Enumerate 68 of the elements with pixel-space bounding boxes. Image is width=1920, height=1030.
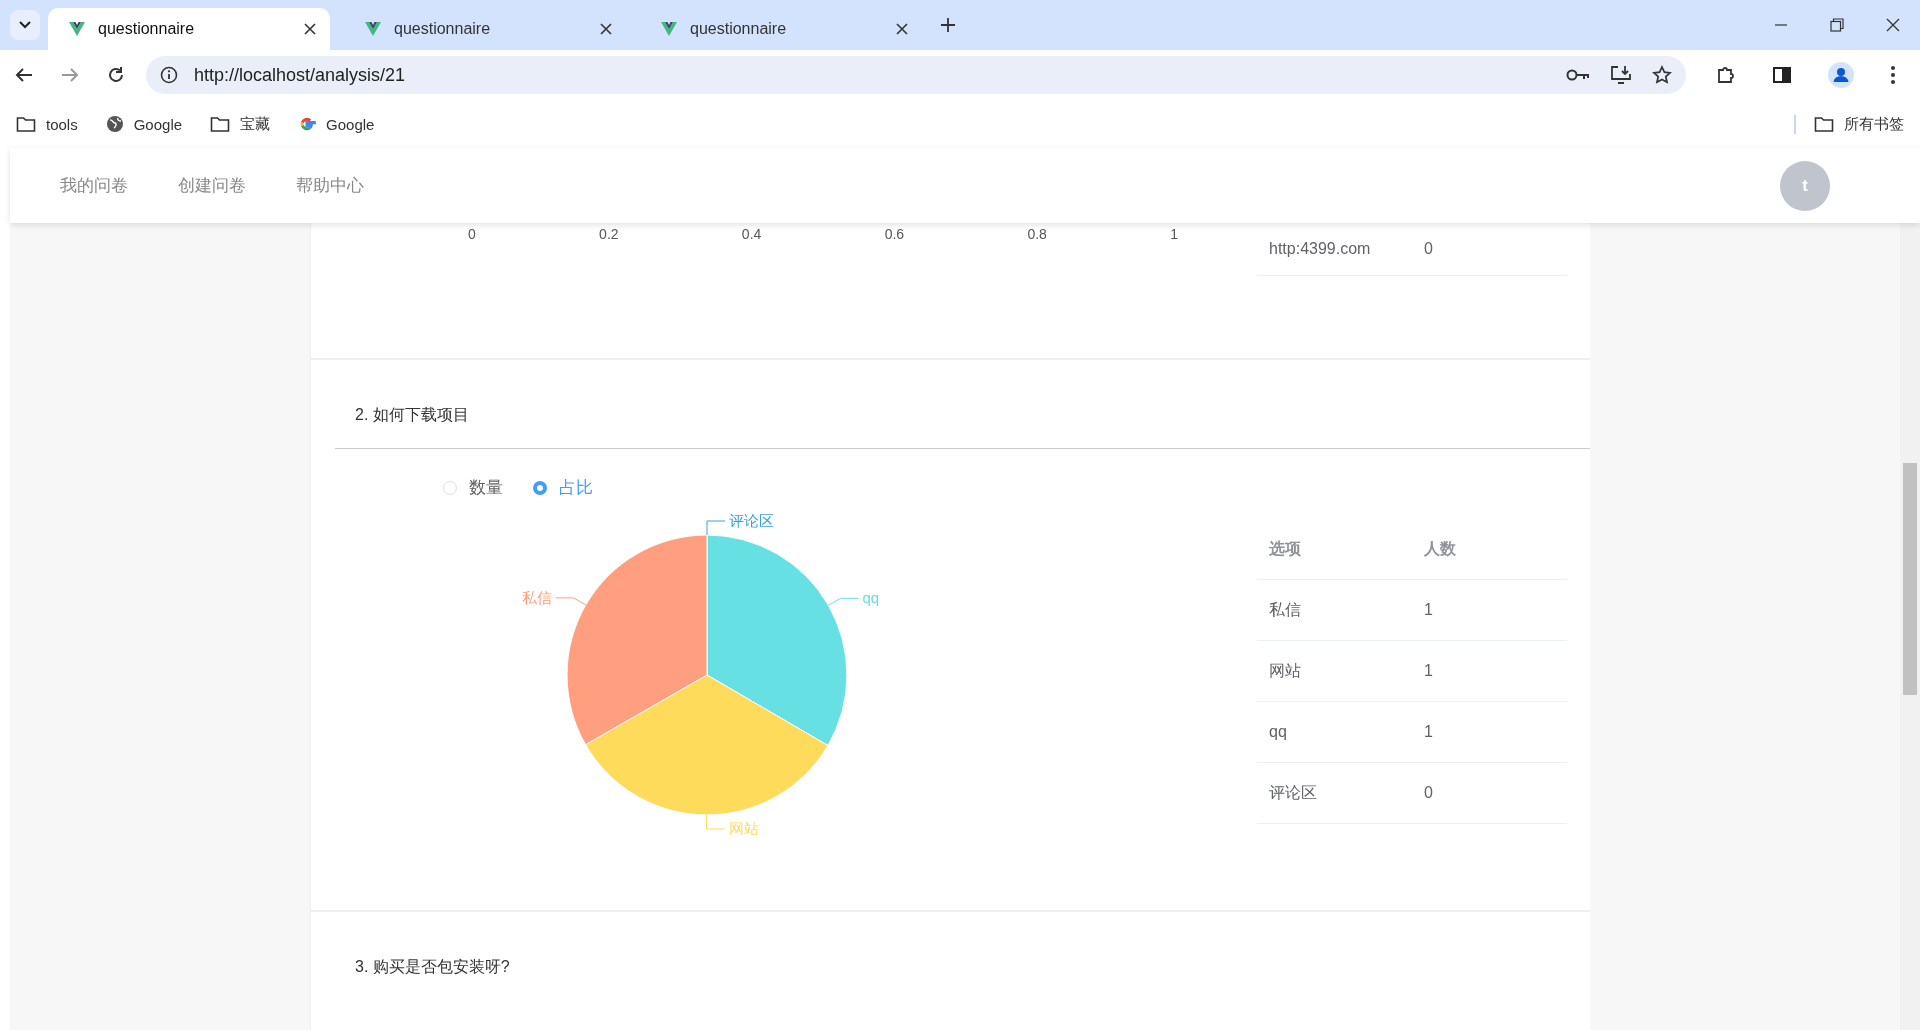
- table-cell-text: http:4399.com: [1268, 240, 1372, 258]
- slice-label: 私信: [521, 588, 552, 606]
- column-header: 选项: [1268, 538, 1302, 559]
- table-cell-text: 私信: [1268, 599, 1302, 620]
- axis-tick-label: 0.8: [1027, 226, 1047, 242]
- more-icon[interactable]: [1890, 65, 1896, 85]
- table-cell-text: 评论区: [1268, 782, 1318, 803]
- browser-tab[interactable]: questionnaire: [48, 8, 330, 50]
- profile-icon[interactable]: [1828, 62, 1854, 88]
- nav-link[interactable]: 创建问卷: [178, 174, 246, 197]
- radio-button[interactable]: [533, 480, 547, 495]
- install-app-icon[interactable]: [1610, 65, 1632, 85]
- table-cell-text: 1: [1423, 723, 1434, 741]
- vue-logo-icon: [68, 20, 86, 38]
- slice-label: 评论区: [729, 512, 774, 529]
- table-cell-text: 0: [1423, 784, 1434, 802]
- leader-line: [827, 597, 859, 606]
- browser-tab[interactable]: questionnaire: [640, 8, 922, 50]
- table-cell-text: 网站: [1268, 660, 1302, 681]
- slice-label: qq: [862, 589, 880, 607]
- table-cell-text: 1: [1423, 662, 1434, 680]
- table-cell-text: qq: [1268, 723, 1288, 741]
- puzzle-icon[interactable]: [1716, 65, 1736, 85]
- column-header: 人数: [1423, 538, 1457, 559]
- new-tab-icon[interactable]: [940, 17, 956, 33]
- axis-tick-label: 0.6: [884, 226, 905, 242]
- scroll-thumb[interactable]: [1903, 463, 1917, 695]
- restore-icon[interactable]: [1830, 18, 1844, 32]
- address-bar[interactable]: http://localhost/analysis/21: [146, 56, 1686, 94]
- globe-icon: [105, 115, 124, 133]
- google-g-icon: [298, 115, 317, 133]
- bookmark[interactable]: 宝藏: [210, 114, 271, 134]
- radio-option[interactable]: 数量: [443, 476, 503, 499]
- url-text: http://localhost/analysis/21: [194, 64, 407, 86]
- close-icon[interactable]: [304, 23, 316, 35]
- leader-line: [706, 814, 725, 830]
- nav-link[interactable]: 帮助中心: [296, 174, 364, 197]
- table-cell-text: 0: [1423, 240, 1434, 258]
- scrollbar[interactable]: [1900, 223, 1920, 1030]
- axis-tick-label: 0.4: [741, 226, 762, 242]
- vue-logo-icon: [660, 20, 678, 38]
- folder-icon: [210, 115, 231, 133]
- browser-tab[interactable]: questionnaire: [344, 8, 626, 50]
- key-icon[interactable]: [1566, 67, 1590, 83]
- vue-logo-icon: [364, 20, 382, 38]
- axis-tick-label: 0.2: [599, 226, 619, 242]
- close-icon[interactable]: [896, 23, 908, 35]
- close-icon[interactable]: [600, 23, 612, 35]
- bookmark[interactable]: 所有书签: [1794, 114, 1904, 134]
- bookmark[interactable]: Google: [105, 115, 183, 133]
- close-icon[interactable]: [1886, 18, 1900, 32]
- star-icon[interactable]: [1652, 65, 1672, 85]
- axis-tick-label: 0: [468, 226, 476, 242]
- leader-line: [555, 597, 587, 606]
- side-panel-icon[interactable]: [1772, 65, 1792, 85]
- bookmark[interactable]: tools: [16, 115, 78, 133]
- tab-list-button[interactable]: [10, 10, 40, 40]
- bookmark[interactable]: Google: [298, 115, 375, 133]
- question-title: 3. 购买是否包安装呀?: [354, 957, 511, 977]
- reload-icon[interactable]: [106, 65, 126, 85]
- info-icon: [160, 66, 178, 84]
- folder-icon: [16, 115, 36, 133]
- question-title: 2. 如何下载项目: [335, 360, 1590, 449]
- leader-line: [706, 520, 726, 536]
- axis-tick-label: 1: [1170, 226, 1178, 242]
- nav-link[interactable]: 我的问卷: [60, 174, 128, 197]
- folder-icon: [1814, 115, 1834, 133]
- table-cell-text: 1: [1423, 601, 1434, 619]
